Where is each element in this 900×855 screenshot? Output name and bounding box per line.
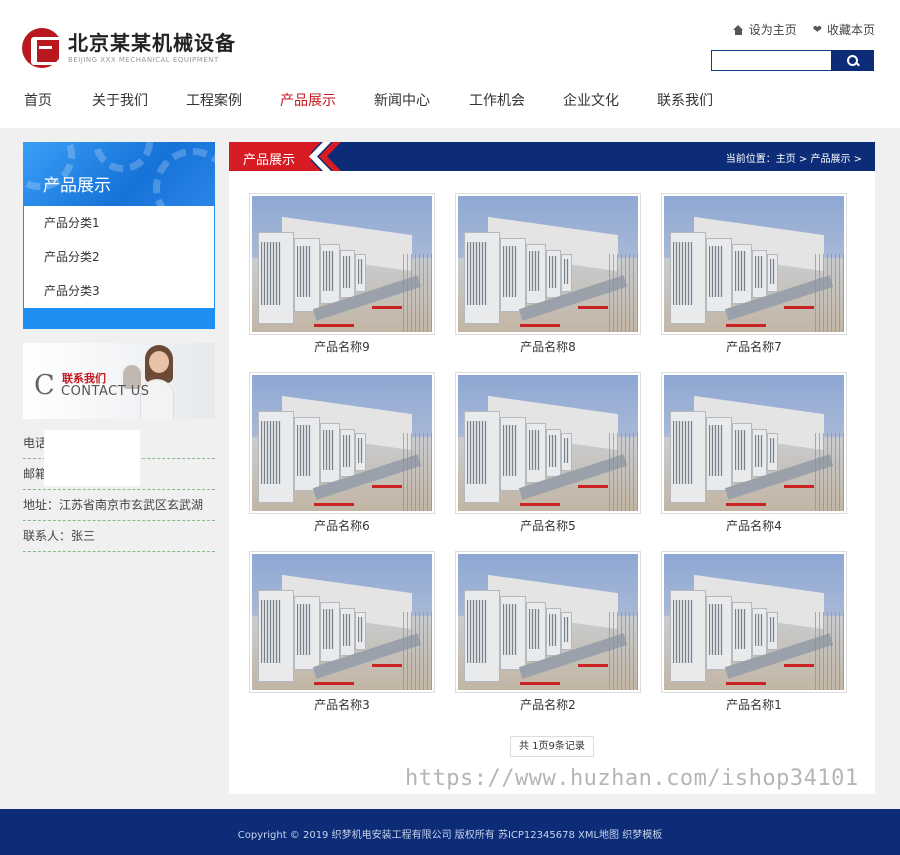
set-homepage-link[interactable]: 设为主页	[732, 21, 797, 38]
nav-news[interactable]: 新闻中心	[374, 90, 430, 110]
category-panel: 产品展示 产品分类1 产品分类2 产品分类3	[23, 142, 215, 329]
product-name[interactable]: 产品名称9	[249, 339, 435, 355]
search-icon	[846, 54, 859, 67]
site-logo[interactable]: 北京某某机械设备 BEIJING XXX MECHANICAL EQUIPMEN…	[22, 28, 236, 68]
product-card[interactable]: 产品名称6	[249, 372, 435, 534]
product-card[interactable]: 产品名称7	[661, 193, 847, 355]
product-image	[458, 554, 638, 690]
contact-banner-title-en: CONTACT US	[61, 384, 150, 399]
product-image	[664, 554, 844, 690]
product-thumbnail[interactable]	[661, 372, 847, 514]
nav-products[interactable]: 产品展示	[280, 90, 336, 110]
gear-decoration-icon	[153, 148, 215, 206]
category-panel-title: 产品展示	[43, 176, 111, 196]
product-image	[252, 375, 432, 511]
redaction-block	[44, 430, 140, 486]
top-links: 设为主页 ❤ 收藏本页	[732, 21, 875, 38]
product-name[interactable]: 产品名称5	[455, 518, 641, 534]
logo-name-en: BEIJING XXX MECHANICAL EQUIPMENT	[68, 56, 219, 64]
category-list: 产品分类1 产品分类2 产品分类3	[24, 206, 214, 308]
search-input[interactable]	[711, 50, 831, 71]
watermark-url: https://www.huzhan.com/ishop34101	[405, 766, 859, 791]
product-thumbnail[interactable]	[455, 372, 641, 514]
product-image	[252, 554, 432, 690]
product-image	[664, 375, 844, 511]
contact-person: 联系人：张三	[23, 521, 215, 552]
contact-address: 地址：江苏省南京市玄武区玄武湖	[23, 490, 215, 521]
product-card[interactable]: 产品名称9	[249, 193, 435, 355]
product-card[interactable]: 产品名称2	[455, 551, 641, 713]
product-card[interactable]: 产品名称4	[661, 372, 847, 534]
home-icon	[732, 24, 744, 35]
nav-contact[interactable]: 联系我们	[657, 90, 713, 110]
search-button[interactable]	[831, 50, 874, 71]
site-footer: Copyright © 2019 织梦机电安装工程有限公司 版权所有 苏ICP1…	[0, 809, 900, 855]
product-card[interactable]: 产品名称5	[455, 372, 641, 534]
pagination: 共 1页9条记录	[510, 736, 594, 757]
nav-cases[interactable]: 工程案例	[186, 90, 242, 110]
set-homepage-label: 设为主页	[748, 23, 797, 37]
category-item[interactable]: 产品分类1	[24, 206, 214, 240]
nav-jobs[interactable]: 工作机会	[469, 90, 525, 110]
product-thumbnail[interactable]	[661, 551, 847, 693]
product-name[interactable]: 产品名称6	[249, 518, 435, 534]
product-thumbnail[interactable]	[249, 372, 435, 514]
logo-name-cn: 北京某某机械设备	[68, 31, 236, 55]
category-item[interactable]: 产品分类3	[24, 274, 214, 308]
nav-about[interactable]: 关于我们	[92, 90, 148, 110]
product-card[interactable]: 产品名称1	[661, 551, 847, 713]
product-name[interactable]: 产品名称2	[455, 697, 641, 713]
footer-copyright: Copyright © 2019 织梦机电安装工程有限公司 版权所有 苏ICP1…	[237, 830, 663, 841]
product-thumbnail[interactable]	[455, 193, 641, 335]
product-card[interactable]: 产品名称3	[249, 551, 435, 713]
product-section: 产品展示 当前位置：主页 > 产品展示 > 产品名称9 产品名称8 产品名称7 产品名…	[229, 142, 875, 794]
contact-banner-initial: C	[34, 370, 55, 401]
product-thumbnail[interactable]	[249, 193, 435, 335]
nav-culture[interactable]: 企业文化	[563, 90, 619, 110]
product-name[interactable]: 产品名称7	[661, 339, 847, 355]
product-name[interactable]: 产品名称1	[661, 697, 847, 713]
add-favorite-label: 收藏本页	[826, 23, 875, 37]
logo-mark-icon	[22, 28, 62, 68]
breadcrumb[interactable]: 当前位置：主页 > 产品展示 >	[726, 150, 862, 165]
section-title: 产品展示	[243, 153, 296, 168]
chevron-decoration-icon	[307, 142, 341, 171]
category-panel-header: 产品展示	[23, 142, 215, 206]
product-image	[458, 375, 638, 511]
nav-home[interactable]: 首页	[24, 90, 52, 110]
contact-us-banner[interactable]: C 联系我们 CONTACT US	[23, 343, 215, 419]
product-image	[252, 196, 432, 332]
product-thumbnail[interactable]	[455, 551, 641, 693]
product-name[interactable]: 产品名称4	[661, 518, 847, 534]
product-name[interactable]: 产品名称3	[249, 697, 435, 713]
site-header: 北京某某机械设备 BEIJING XXX MECHANICAL EQUIPMEN…	[0, 0, 900, 128]
product-thumbnail[interactable]	[249, 551, 435, 693]
section-header: 产品展示 当前位置：主页 > 产品展示 >	[229, 142, 875, 171]
product-card[interactable]: 产品名称8	[455, 193, 641, 355]
heart-icon: ❤	[812, 23, 822, 36]
product-image	[664, 196, 844, 332]
gear-decoration-icon	[93, 142, 153, 172]
product-thumbnail[interactable]	[661, 193, 847, 335]
category-item[interactable]: 产品分类2	[24, 240, 214, 274]
add-favorite-link[interactable]: ❤ 收藏本页	[813, 21, 875, 38]
search-bar	[711, 50, 874, 71]
product-name[interactable]: 产品名称8	[455, 339, 641, 355]
product-image	[458, 196, 638, 332]
